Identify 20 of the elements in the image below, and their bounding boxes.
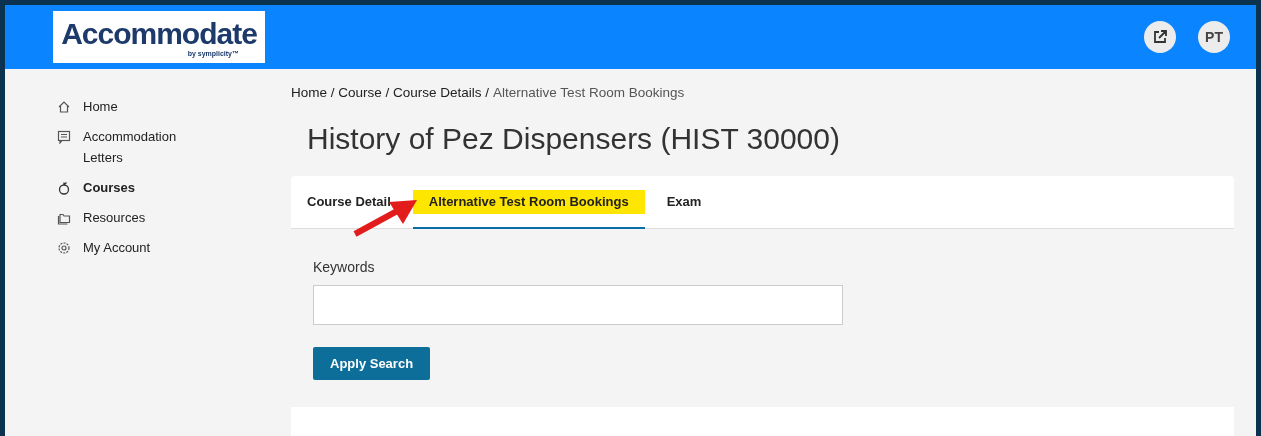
message-icon <box>57 130 71 144</box>
apply-search-button[interactable]: Apply Search <box>313 347 431 380</box>
settings-icon <box>57 241 71 255</box>
tab[interactable]: Course Detail <box>297 176 401 229</box>
field-label: Keywords <box>313 259 375 275</box>
sidebar-item[interactable]: Home <box>57 93 207 123</box>
keywords-field[interactable] <box>313 285 843 325</box>
external-link-icon[interactable] <box>1144 21 1176 53</box>
apple-icon <box>57 181 71 195</box>
breadcrumb-links[interactable]: Home / Course / Course Details / <box>291 85 490 100</box>
sidebar-item[interactable]: Resources <box>57 204 207 234</box>
tab[interactable]: Exam <box>656 176 712 229</box>
user-avatar[interactable]: PT <box>1198 21 1230 53</box>
home-icon <box>57 100 71 114</box>
sidebar-item[interactable]: Courses <box>57 174 207 204</box>
sidebar-item[interactable]: My Account <box>57 234 207 264</box>
folder-icon <box>57 211 71 225</box>
sidebar-item[interactable]: Accommodation Letters <box>57 123 207 174</box>
page-title: History of Pez Dispensers (HIST 30000) <box>307 122 841 156</box>
breadcrumb-current: Alternative Test Room Bookings <box>493 85 685 100</box>
